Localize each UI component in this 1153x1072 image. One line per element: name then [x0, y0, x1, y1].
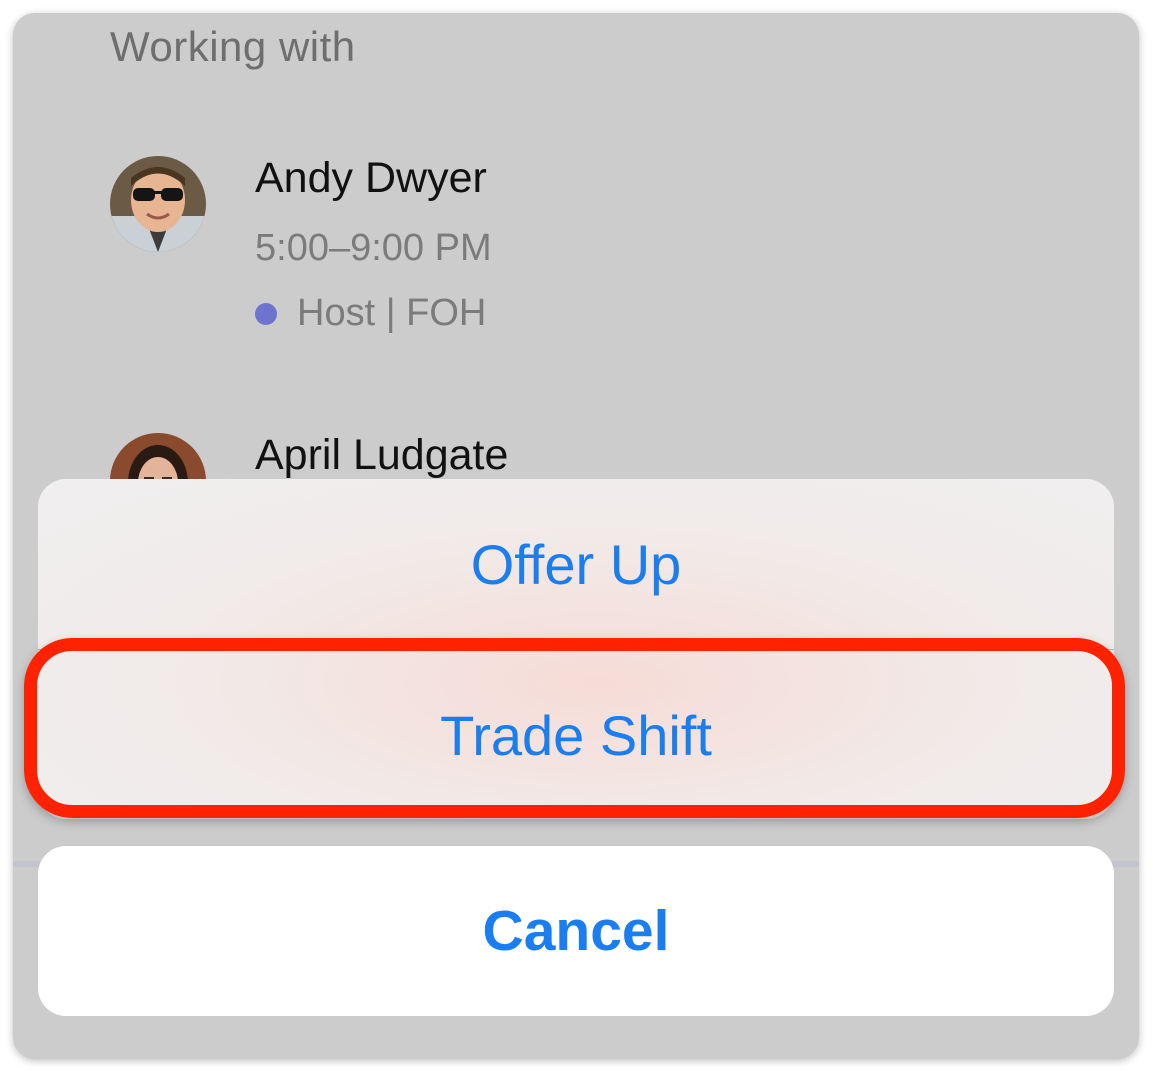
- role-row: Host | FOH: [255, 292, 486, 335]
- role-color-dot: [255, 302, 277, 325]
- screen: Working with Andy Dwyer 5:00–9:00 PM Hos…: [13, 13, 1139, 1059]
- coworker-name: Andy Dwyer: [255, 154, 487, 202]
- offer-up-button[interactable]: Offer Up: [38, 479, 1114, 649]
- trade-shift-button[interactable]: Trade Shift: [38, 650, 1114, 819]
- cancel-button[interactable]: Cancel: [38, 846, 1114, 1016]
- coworker-name: April Ludgate: [255, 431, 509, 479]
- shift-time: 5:00–9:00 PM: [255, 227, 492, 269]
- working-with-heading: Working with: [110, 23, 356, 70]
- avatar: [110, 156, 206, 252]
- avatar-andy-image: [110, 156, 206, 252]
- action-sheet-group: Offer Up Trade Shift: [38, 479, 1114, 819]
- role-label: Host | FOH: [297, 292, 487, 334]
